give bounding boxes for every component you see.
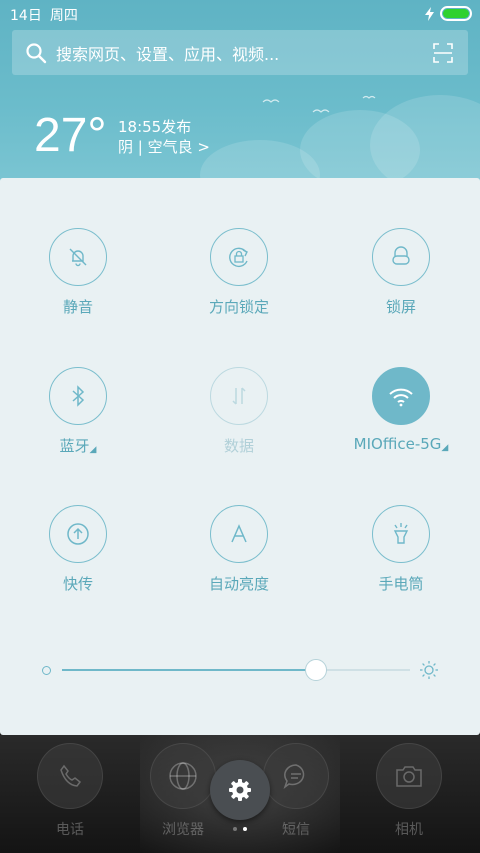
- toggle-auto-brightness-circle[interactable]: [210, 505, 268, 563]
- toggle-bluetooth-label: 蓝牙◢: [59, 437, 97, 455]
- dock-label-camera: 相机: [395, 822, 423, 838]
- search-bar[interactable]: 搜索网页、设置、应用、视频...: [12, 30, 468, 75]
- toggle-auto-brightness[interactable]: 自动亮度: [179, 505, 299, 605]
- camera-icon[interactable]: [376, 743, 442, 809]
- quick-settings-panel: 静音 方向锁定 锁屏 蓝牙◢ 数据 MIOffice-5G◢ 快传 自动亮度 手…: [0, 178, 480, 735]
- flashlight-icon: [393, 523, 409, 544]
- page-dot-active: [243, 827, 247, 831]
- search-placeholder: 搜索网页、设置、应用、视频...: [56, 44, 280, 64]
- toggle-mute[interactable]: 静音: [18, 228, 138, 328]
- status-date: 14日: [10, 8, 42, 24]
- brightness-slider-fill: [62, 669, 317, 671]
- weather-publish-time: 18:55发布: [118, 118, 192, 136]
- toggle-rotation-lock[interactable]: 方向锁定: [179, 228, 299, 328]
- battery-icon: [440, 6, 472, 21]
- toggle-flashlight[interactable]: 手电筒: [341, 505, 461, 605]
- toggle-quick-transfer[interactable]: 快传: [18, 505, 138, 605]
- dock-label-messages: 短信: [282, 822, 310, 838]
- gear-icon: [229, 779, 251, 801]
- dock-label-browser: 浏览器: [162, 822, 204, 838]
- dock-app-phone[interactable]: 电话: [35, 743, 105, 839]
- toggle-mobile-data-label: 数据: [223, 437, 254, 455]
- page-indicator: [233, 827, 247, 831]
- toggle-lock-screen-label: 锁屏: [385, 298, 416, 316]
- scan-icon[interactable]: [432, 42, 454, 64]
- toggle-wifi-circle[interactable]: [372, 367, 430, 425]
- rotation-lock-icon: [229, 247, 248, 268]
- toggle-rotation-lock-circle[interactable]: [210, 228, 268, 286]
- phone-icon[interactable]: [37, 743, 103, 809]
- toggle-quick-transfer-circle[interactable]: [49, 505, 107, 563]
- upload-icon: [67, 523, 89, 545]
- toggle-lock-screen[interactable]: 锁屏: [341, 228, 461, 328]
- dock-label-phone: 电话: [56, 822, 84, 838]
- data-arrows-icon: [232, 387, 246, 405]
- dock-app-camera[interactable]: 相机: [374, 743, 444, 839]
- weather-condition[interactable]: 阴 | 空气良 >: [118, 136, 210, 157]
- brightness-slider-thumb[interactable]: [305, 659, 328, 681]
- letter-a-icon: [231, 524, 247, 543]
- toggle-mobile-data[interactable]: 数据: [179, 367, 299, 467]
- globe-icon[interactable]: [150, 743, 216, 809]
- toggle-lock-screen-circle[interactable]: [372, 228, 430, 286]
- toggle-auto-brightness-label: 自动亮度: [208, 575, 269, 593]
- toggle-mute-label: 静音: [62, 298, 93, 316]
- search-icon: [26, 42, 47, 63]
- message-icon[interactable]: [263, 743, 329, 809]
- status-bar: 14日 周四: [0, 0, 480, 28]
- status-weekday: 周四: [49, 8, 78, 24]
- settings-button[interactable]: [210, 760, 270, 820]
- brightness-slider[interactable]: [62, 669, 410, 671]
- dock-app-browser[interactable]: 浏览器: [148, 743, 218, 839]
- toggle-rotation-lock-label: 方向锁定: [208, 298, 269, 316]
- toggle-mute-circle[interactable]: [49, 228, 107, 286]
- charging-bolt-icon: [425, 6, 434, 21]
- cloud-decoration: [370, 95, 480, 190]
- bluetooth-icon: [72, 385, 85, 407]
- toggle-wifi-label: MIOffice-5G◢: [353, 435, 449, 453]
- toggle-flashlight-circle[interactable]: [372, 505, 430, 563]
- sun-icon: [420, 661, 438, 679]
- dock-app-messages[interactable]: 短信: [261, 743, 331, 839]
- toggle-mobile-data-circle[interactable]: [210, 367, 268, 425]
- weather-temperature[interactable]: 27°: [34, 108, 107, 163]
- toggle-bluetooth[interactable]: 蓝牙◢: [18, 367, 138, 467]
- toggle-flashlight-label: 手电筒: [378, 575, 424, 593]
- brightness-min-icon: [42, 666, 51, 675]
- notification-header: 14日 周四 搜索网页、设置、应用、视频... 27° 18:55发布 阴 | …: [0, 0, 480, 190]
- bell-off-icon: [69, 248, 87, 267]
- lock-icon: [392, 246, 410, 265]
- toggle-bluetooth-circle[interactable]: [49, 367, 107, 425]
- page-dot: [233, 827, 237, 831]
- wifi-icon: [389, 388, 413, 407]
- toggle-wifi[interactable]: MIOffice-5G◢: [341, 367, 461, 467]
- birds-decoration: [262, 95, 376, 113]
- toggle-quick-transfer-label: 快传: [62, 575, 93, 593]
